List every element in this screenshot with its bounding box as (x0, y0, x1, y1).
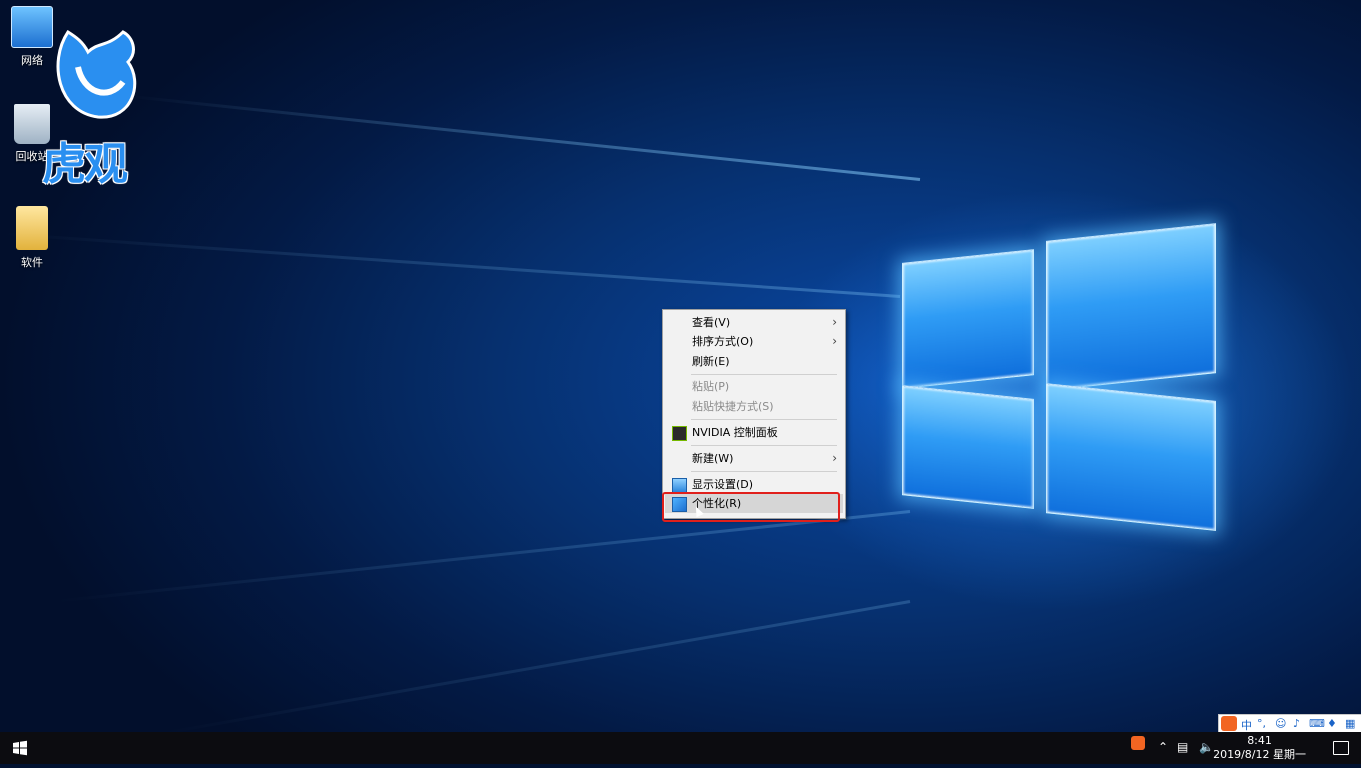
menu-item-label: NVIDIA 控制面板 (692, 426, 778, 439)
desktop-icon-software[interactable]: 软件 (2, 206, 62, 270)
folder-icon (16, 206, 48, 250)
nvidia-icon (672, 426, 687, 441)
menu-separator (691, 471, 837, 472)
chevron-up-icon[interactable]: ⌃ (1158, 740, 1168, 754)
desktop-context-menu: 查看(V) › 排序方式(O) › 刷新(E) 粘贴(P) 粘贴快捷方式(S) … (662, 309, 846, 519)
menu-item-label: 刷新(E) (692, 355, 730, 368)
action-center-icon[interactable] (1333, 741, 1349, 755)
watermark-logo: 虎观 (38, 22, 148, 190)
windows-logo-pane-tl (902, 249, 1034, 389)
keyboard-icon[interactable]: ⌨ (1309, 717, 1325, 730)
toolbox-icon[interactable]: ▦ (1345, 717, 1355, 730)
start-button[interactable] (0, 732, 40, 764)
ime-language-toggle[interactable]: 中 (1241, 717, 1252, 733)
sogou-logo-icon[interactable] (1221, 716, 1237, 731)
tiger-logo-icon (56, 29, 137, 119)
annotation-highlight-box (662, 492, 840, 522)
menu-item-new[interactable]: 新建(W) › (665, 449, 843, 468)
light-beam (54, 510, 911, 603)
microphone-icon[interactable]: ♪ (1293, 717, 1300, 730)
clock-time: 8:41 (1247, 734, 1272, 747)
chevron-right-icon: › (832, 451, 837, 465)
menu-separator (691, 374, 837, 375)
menu-item-view[interactable]: 查看(V) › (665, 313, 843, 332)
emoji-icon[interactable]: ☺ (1275, 717, 1286, 730)
chevron-right-icon: › (832, 315, 837, 329)
chevron-right-icon: › (832, 334, 837, 348)
menu-separator (691, 419, 837, 420)
desktop-icon-label: 软件 (21, 256, 43, 269)
menu-item-label: 排序方式(O) (692, 335, 754, 348)
network-tray-icon[interactable]: ▤ (1177, 740, 1188, 754)
menu-item-nvidia-control-panel[interactable]: NVIDIA 控制面板 (665, 423, 843, 442)
menu-item-refresh[interactable]: 刷新(E) (665, 352, 843, 371)
menu-item-sort-by[interactable]: 排序方式(O) › (665, 332, 843, 351)
display-icon (672, 478, 687, 493)
taskbar: ⌃ ▤ 🔈 8:41 2019/8/12 星期一 (0, 732, 1361, 764)
light-beam (2, 232, 901, 298)
watermark-text: 虎观 (42, 139, 128, 190)
taskbar-clock[interactable]: 8:41 2019/8/12 星期一 (1213, 734, 1306, 762)
menu-item-label: 查看(V) (692, 316, 731, 329)
ime-toolbar[interactable]: 中 °, ☺ ♪ ⌨ ♦ ▦ (1218, 714, 1361, 734)
menu-item-label: 新建(W) (692, 452, 734, 465)
light-beam (124, 94, 921, 181)
punctuation-icon[interactable]: °, (1257, 717, 1266, 730)
windows-logo-pane-tr (1046, 223, 1216, 391)
menu-separator (691, 445, 837, 446)
menu-item-label: 粘贴(P) (692, 380, 730, 393)
windows-logo-pane-br (1046, 383, 1216, 531)
skin-icon[interactable]: ♦ (1327, 717, 1337, 730)
menu-item-paste-shortcut: 粘贴快捷方式(S) (665, 397, 843, 416)
windows-logo-pane-bl (902, 385, 1034, 509)
windows-start-icon (13, 740, 27, 756)
light-beam (161, 600, 911, 732)
volume-icon[interactable]: 🔈 (1199, 740, 1214, 754)
clock-date: 2019/8/12 星期一 (1213, 748, 1306, 761)
menu-item-paste: 粘贴(P) (665, 377, 843, 396)
menu-item-label: 粘贴快捷方式(S) (692, 400, 774, 413)
sogou-tray-icon[interactable] (1131, 736, 1145, 750)
